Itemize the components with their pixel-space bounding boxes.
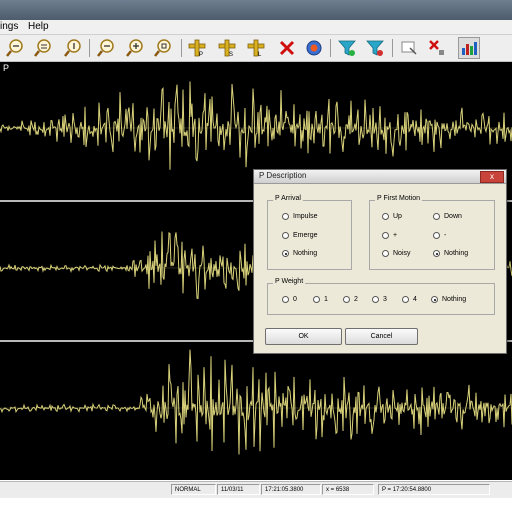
radio-button[interactable] <box>382 232 389 239</box>
radio-label: 4 <box>413 296 417 303</box>
menu-bar: ings Help <box>0 20 512 35</box>
radio-button[interactable] <box>313 296 320 303</box>
window-title-bar <box>0 0 512 20</box>
radio-noisy[interactable]: Noisy <box>382 250 411 257</box>
svg-text:P: P <box>199 52 203 58</box>
zoom-plus-icon[interactable] <box>124 37 146 59</box>
radio-label: 3 <box>383 296 387 303</box>
radio-button[interactable] <box>382 250 389 257</box>
channel-label: P <box>3 63 10 73</box>
radio-label: Impulse <box>293 213 318 220</box>
pick-l-icon[interactable]: L <box>245 37 267 59</box>
radio-label: 0 <box>293 296 297 303</box>
radio-impulse[interactable]: Impulse <box>282 213 318 220</box>
select-icon[interactable] <box>398 37 420 59</box>
toolbar: P S L <box>0 35 512 62</box>
radio-label: 1 <box>324 296 328 303</box>
locate-icon[interactable] <box>303 37 325 59</box>
radio-button[interactable] <box>282 296 289 303</box>
radio-button[interactable] <box>402 296 409 303</box>
toolbar-separator <box>89 39 90 57</box>
p-weight-title: P Weight <box>273 278 306 285</box>
radio-button[interactable] <box>382 213 389 220</box>
bar-chart-icon[interactable] <box>458 37 480 59</box>
filter-remove-icon[interactable] <box>364 37 386 59</box>
delete-selection-icon[interactable] <box>426 37 448 59</box>
svg-text:S: S <box>229 52 233 58</box>
zoom-out-vertical-icon[interactable] <box>95 37 117 59</box>
p-first-motion-group: P First Motion Up Down + - Noisy Nothing <box>369 195 495 270</box>
dialog-title-bar: P Description x <box>254 170 506 184</box>
p-weight-group: P Weight 0 1 2 3 4 Nothing <box>267 278 495 315</box>
radio-label: Down <box>444 213 462 220</box>
cancel-button[interactable]: Cancel <box>345 328 418 345</box>
radio-label: + <box>393 232 398 239</box>
zoom-in-horizontal-icon[interactable] <box>4 37 26 59</box>
menu-settings[interactable]: ings <box>0 21 18 32</box>
radio-label: - <box>444 232 447 239</box>
radio-button[interactable] <box>282 250 289 257</box>
status-time: 17:21:05.3800 <box>261 484 321 495</box>
status-bar: NORMAL 11/03/11 17:21:05.3800 x = 6538 P… <box>0 481 512 498</box>
radio-weight-4[interactable]: 4 <box>402 296 417 303</box>
window-bottom-edge <box>0 498 512 512</box>
radio-first-motion-nothing[interactable]: Nothing <box>433 250 468 257</box>
svg-text:L: L <box>258 52 262 58</box>
p-description-dialog: P Description x P Arrival Impulse Emerge… <box>253 169 507 354</box>
radio-weight-nothing[interactable]: Nothing <box>431 296 466 303</box>
zoom-reset-icon[interactable] <box>152 37 174 59</box>
pick-s-icon[interactable]: S <box>216 37 238 59</box>
radio-weight-3[interactable]: 3 <box>372 296 387 303</box>
status-x-value: x = 6538 <box>322 484 374 495</box>
seismic-trace <box>0 349 512 455</box>
radio-arrival-nothing[interactable]: Nothing <box>282 250 317 257</box>
radio-weight-2[interactable]: 2 <box>343 296 358 303</box>
radio-emerge[interactable]: Emerge <box>282 232 318 239</box>
delete-pick-icon[interactable] <box>276 37 298 59</box>
ok-button[interactable]: OK <box>265 328 342 345</box>
radio-label: Nothing <box>293 250 318 257</box>
filter-icon[interactable] <box>336 37 358 59</box>
menu-help[interactable]: Help <box>28 21 49 32</box>
p-arrival-group: P Arrival Impulse Emerge Nothing <box>267 195 352 270</box>
toolbar-separator <box>392 39 393 57</box>
radio-up[interactable]: Up <box>382 213 402 220</box>
radio-button[interactable] <box>343 296 350 303</box>
radio-weight-1[interactable]: 1 <box>313 296 328 303</box>
radio-weight-0[interactable]: 0 <box>282 296 297 303</box>
status-mode: NORMAL <box>171 484 216 495</box>
radio-label: Up <box>393 213 402 220</box>
zoom-out-horizontal-icon[interactable] <box>32 37 54 59</box>
radio-label: Noisy <box>393 250 411 257</box>
radio-button[interactable] <box>433 250 440 257</box>
toolbar-separator <box>330 39 331 57</box>
radio-plus[interactable]: + <box>382 232 397 239</box>
radio-button[interactable] <box>282 232 289 239</box>
zoom-in-vertical-icon[interactable] <box>62 37 84 59</box>
dialog-close-button[interactable]: x <box>480 171 504 183</box>
seismic-trace <box>0 81 512 170</box>
radio-button[interactable] <box>282 213 289 220</box>
radio-label: Emerge <box>293 232 318 239</box>
radio-button[interactable] <box>431 296 438 303</box>
radio-minus[interactable]: - <box>433 232 446 239</box>
p-arrival-title: P Arrival <box>273 195 303 202</box>
dialog-title: P Description <box>259 171 307 180</box>
radio-label: 2 <box>354 296 358 303</box>
radio-button[interactable] <box>433 213 440 220</box>
radio-down[interactable]: Down <box>433 213 462 220</box>
toolbar-separator <box>181 39 182 57</box>
radio-label: Nothing <box>444 250 469 257</box>
radio-button[interactable] <box>372 296 379 303</box>
status-date: 11/03/11 <box>217 484 260 495</box>
radio-button[interactable] <box>433 232 440 239</box>
radio-label: Nothing <box>442 296 467 303</box>
status-p-time: P = 17:20:54.8800 <box>378 484 490 495</box>
pick-p-icon[interactable]: P <box>186 37 208 59</box>
p-first-motion-title: P First Motion <box>375 195 423 202</box>
